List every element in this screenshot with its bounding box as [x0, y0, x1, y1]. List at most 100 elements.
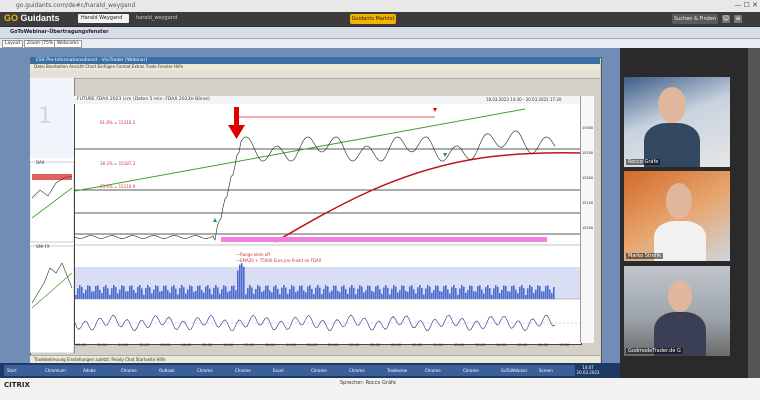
volume-bar	[453, 285, 455, 299]
volume-bar	[499, 293, 501, 299]
volume-bar	[333, 285, 335, 299]
volume-bar	[87, 285, 89, 299]
taskbar-item[interactable]: Chrome	[118, 365, 157, 376]
window-controls[interactable]: — ☐ ✕	[734, 1, 758, 9]
volume-bar	[201, 290, 203, 299]
search-button[interactable]: Suchen & Finden	[672, 14, 718, 24]
price-scale: 15300 15250 15200 15150 15100	[580, 96, 595, 343]
gotowebinar-bar	[0, 27, 760, 39]
layout-select[interactable]: Layout	[2, 40, 24, 48]
volume-bar	[157, 286, 159, 299]
volume-bar	[315, 287, 317, 299]
volume-bar	[177, 294, 179, 299]
volume-bar	[135, 292, 137, 299]
taskbar-item[interactable]: Excel	[270, 365, 309, 376]
volume-bar	[233, 285, 235, 299]
taskbar-item[interactable]: Chrome	[194, 365, 233, 376]
volume-bar	[305, 292, 307, 299]
zoom-select[interactable]: Zoom (75%	[24, 40, 57, 48]
volume-bar	[435, 285, 437, 299]
volume-bar	[349, 287, 351, 299]
app-title-bar[interactable]: ESX Pro-Informationsdienst - VisiTrader …	[30, 57, 600, 64]
volume-bar	[119, 289, 121, 299]
volume-bar	[297, 290, 299, 299]
taskbar-item[interactable]: Chrome	[460, 365, 499, 376]
guidants-logo[interactable]: GO Guidants	[4, 13, 60, 23]
volume-bar	[113, 285, 115, 299]
volume-bar	[353, 287, 355, 299]
volume-bar	[379, 289, 381, 299]
volume-bar	[335, 285, 337, 299]
volume-bar	[301, 285, 303, 299]
taskbar-item[interactable]: Screen	[536, 365, 575, 376]
volume-bar	[129, 285, 131, 299]
taskbar-item[interactable]: Chromium	[42, 365, 81, 376]
volume-bar	[281, 287, 283, 299]
taskbar-item[interactable]: Adobe	[80, 365, 119, 376]
time-tick: 14:00	[496, 343, 507, 347]
volume-bar	[251, 287, 253, 299]
volume-bar	[147, 285, 149, 299]
volume-bar	[197, 285, 199, 299]
app-toolbar[interactable]	[30, 70, 600, 79]
volume-bar	[509, 291, 511, 299]
vertical-scrollbar[interactable]	[748, 48, 760, 378]
webcam-name-3: GodmodeTrader.de G	[626, 348, 683, 354]
volume-bar	[259, 286, 261, 299]
taskbar-item[interactable]: Chrome	[422, 365, 461, 376]
time-tick: 17:00	[559, 343, 570, 347]
address-bar[interactable]: go.guidants.com/de#c/harald_weygand	[16, 1, 196, 10]
time-tick: 08:00	[370, 343, 381, 347]
volume-bar	[495, 285, 497, 299]
volume-bar	[451, 287, 453, 299]
volume-bar	[199, 285, 201, 299]
market-button[interactable]: Guidants Marktst	[350, 14, 396, 24]
volume-bar	[81, 287, 83, 299]
volume-bar	[191, 286, 193, 299]
pink-zone	[221, 237, 547, 242]
user-icon[interactable]: ☺	[722, 15, 730, 23]
volume-bar	[163, 285, 165, 299]
menu-icon[interactable]: ≡	[734, 15, 742, 23]
presenter-head	[666, 183, 692, 219]
volume-bar	[413, 289, 415, 299]
volume-bar	[325, 285, 327, 299]
time-tick: 22:00	[349, 343, 360, 347]
volume-bar	[309, 285, 311, 299]
volume-bar	[409, 286, 411, 299]
taskbar-item[interactable]: Chrome	[308, 365, 347, 376]
volume-bar	[239, 264, 241, 299]
volume-bar	[339, 292, 341, 299]
volume-bar	[181, 285, 183, 299]
volume-bar	[285, 287, 287, 299]
taskbar-item[interactable]: Tradeview	[384, 365, 423, 376]
webcams-select[interactable]: Webcams	[54, 40, 82, 48]
taskbar-item[interactable]: Start	[4, 365, 43, 376]
volume-bar	[479, 285, 481, 299]
main-chart[interactable]	[74, 96, 582, 345]
volume-bar	[151, 293, 153, 299]
volume-bar	[475, 291, 477, 299]
volume-bar	[149, 287, 151, 299]
volume-bar	[515, 289, 517, 299]
volume-bar	[77, 288, 79, 299]
volume-note: —Range klein off	[236, 252, 270, 257]
volume-bar	[549, 289, 551, 299]
taskbar-item[interactable]: GoToWebinar	[498, 365, 537, 376]
volume-bar	[185, 293, 187, 299]
volume-bar	[219, 293, 221, 299]
volume-bar	[179, 287, 181, 299]
volume-bar	[383, 287, 385, 299]
volume-note-2: —EMA20 + 75000 Euro pro Punkt im FDAX	[236, 258, 322, 263]
time-tick: 09:00	[76, 343, 87, 347]
webinar-label: harald_weygand	[136, 15, 178, 21]
taskbar-item[interactable]: Chrome	[232, 365, 271, 376]
volume-bar	[143, 294, 145, 299]
user-name-field[interactable]: Harald Weygand	[78, 14, 129, 23]
volume-bar	[75, 295, 77, 299]
taskbar-item[interactable]: Outlook	[156, 365, 195, 376]
volume-bar	[517, 293, 519, 299]
svg-text:1: 1	[38, 104, 52, 129]
guidants-logo-text: Guidants	[20, 13, 60, 23]
taskbar-item[interactable]: Chrome	[346, 365, 385, 376]
